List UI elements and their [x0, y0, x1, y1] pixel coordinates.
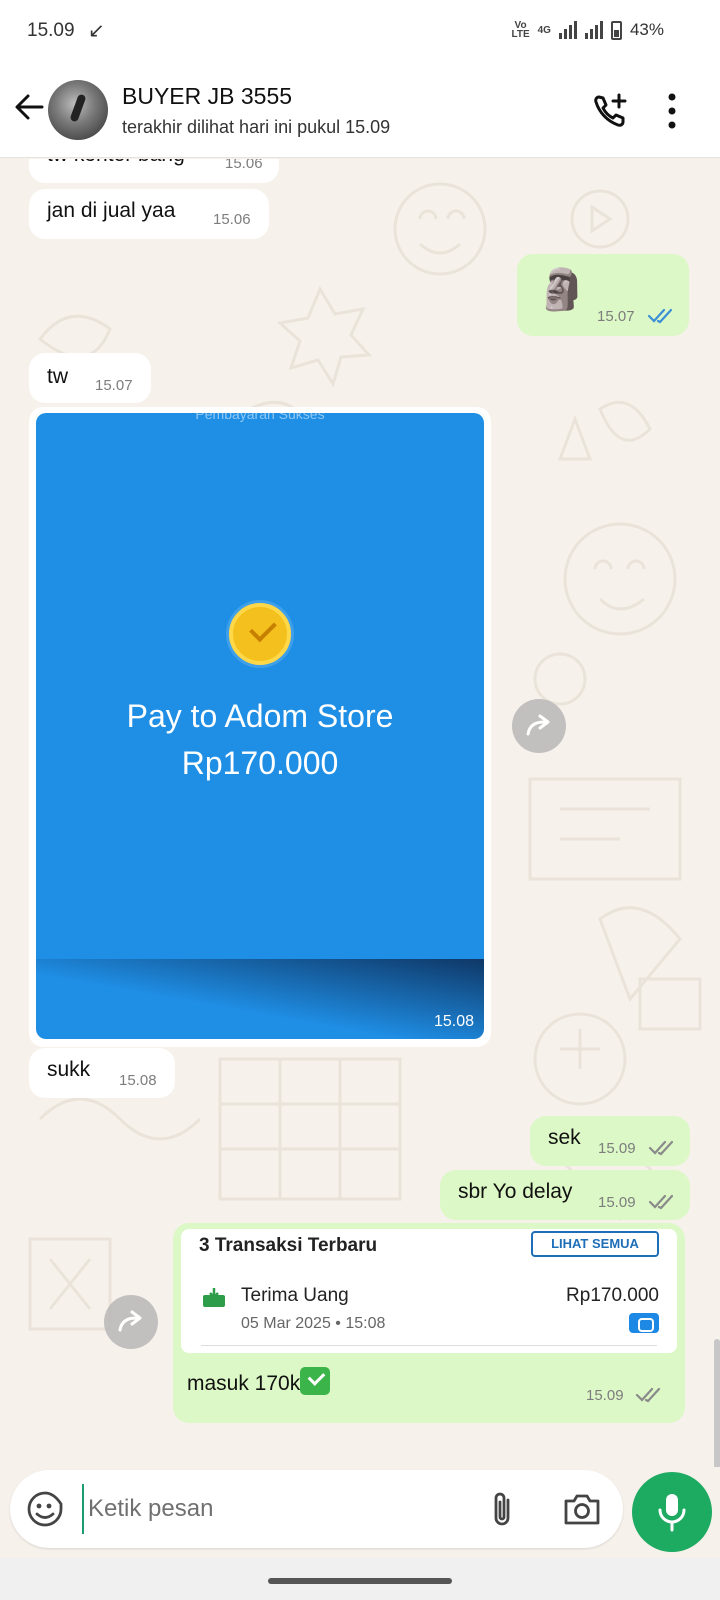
back-arrow-icon[interactable]	[12, 90, 46, 124]
message-time: 15.07	[95, 377, 133, 394]
payment-screenshot[interactable]: Pembayaran Sukses Pay to Adom Store Rp17…	[36, 413, 484, 1039]
receive-money-icon	[203, 1288, 225, 1307]
message-composer	[10, 1470, 623, 1548]
status-time: 15.09	[27, 20, 75, 41]
more-options-icon[interactable]	[664, 92, 680, 130]
battery-icon	[610, 20, 622, 40]
forward-icon	[526, 714, 550, 736]
missed-call-arrow-icon: ↙	[88, 20, 105, 42]
forward-icon	[118, 1310, 142, 1332]
message-text-group: masuk 170k	[187, 1367, 331, 1396]
receipt-title: 3 Transaksi Terbaru	[199, 1235, 378, 1256]
message-text: sek	[548, 1126, 581, 1149]
message-bubble-outgoing[interactable]: 🗿 15.07	[517, 254, 689, 336]
microphone-icon	[658, 1494, 686, 1532]
voice-record-button[interactable]	[632, 1472, 712, 1552]
image-shade	[36, 959, 484, 1039]
check-mark-emoji	[300, 1367, 331, 1395]
battery-percent: 43%	[629, 20, 664, 39]
contact-name[interactable]: BUYER JB 3555	[122, 83, 292, 110]
message-text: masuk 170k	[187, 1372, 301, 1395]
message-bubble-incoming[interactable]: tw konter bang 15.06	[29, 159, 279, 183]
message-time: 15.08	[433, 1013, 474, 1030]
attach-icon[interactable]	[488, 1490, 518, 1528]
image-caption-top: Pembayaran Sukses	[195, 413, 325, 422]
message-bubble-incoming[interactable]: tw 15.07	[29, 353, 151, 403]
message-time: 15.09	[586, 1387, 624, 1404]
camera-icon[interactable]	[563, 1492, 601, 1526]
image-message[interactable]: Pembayaran Sukses Pay to Adom Store Rp17…	[29, 407, 491, 1047]
volte-icon: Vo LTE	[511, 20, 530, 40]
message-time: 15.06	[225, 159, 263, 172]
message-time: 15.08	[119, 1072, 157, 1089]
last-seen-status[interactable]: terakhir dilihat hari ini pukul 15.09	[122, 117, 390, 138]
payment-title: Pay to Adom Store	[126, 698, 394, 734]
message-bubble-outgoing[interactable]: sek 15.09	[530, 1116, 690, 1166]
message-bubble-outgoing-receipt[interactable]: 3 Transaksi Terbaru LIHAT SEMUA Terima U…	[173, 1223, 685, 1423]
message-bubble-incoming[interactable]: jan di jual yaa 15.06	[29, 189, 269, 239]
signal-2-icon	[584, 21, 603, 39]
message-text: sbr Yo delay	[458, 1180, 573, 1203]
moai-emoji: 🗿	[537, 268, 587, 312]
see-all-button: LIHAT SEMUA	[531, 1231, 659, 1257]
message-time: 15.06	[213, 211, 251, 228]
message-time: 15.09	[598, 1194, 636, 1211]
home-gesture-handle[interactable]	[268, 1578, 452, 1584]
contact-avatar[interactable]	[48, 80, 108, 140]
transaction-label: Terima Uang	[241, 1285, 349, 1306]
message-bubble-outgoing[interactable]: sbr Yo delay 15.09	[440, 1170, 690, 1220]
wallet-icon	[629, 1313, 659, 1333]
transaction-screenshot[interactable]: 3 Transaksi Terbaru LIHAT SEMUA Terima U…	[181, 1229, 677, 1353]
forward-button[interactable]	[104, 1295, 158, 1349]
message-text: tw	[47, 365, 68, 388]
delivered-receipt-icon	[648, 1140, 674, 1156]
add-call-icon[interactable]	[592, 92, 630, 130]
message-time: 15.09	[598, 1140, 636, 1157]
message-time: 15.07	[597, 308, 635, 325]
message-input[interactable]	[82, 1484, 472, 1534]
signal-1-icon	[558, 21, 577, 39]
message-text: jan di jual yaa	[47, 199, 176, 222]
read-receipt-icon	[647, 308, 673, 324]
message-bubble-incoming[interactable]: sukk 15.08	[29, 1048, 175, 1098]
message-text: sukk	[47, 1058, 91, 1081]
scrollbar[interactable]	[714, 1339, 720, 1467]
delivered-receipt-icon	[635, 1387, 661, 1403]
coin-check-icon	[229, 603, 291, 665]
chat-messages[interactable]: tw konter bang 15.06 jan di jual yaa 15.…	[0, 159, 720, 1467]
status-bar: 15.09 ↙ Vo LTE 4G 43%	[0, 0, 720, 64]
delivered-receipt-icon	[648, 1194, 674, 1210]
transaction-amount: Rp170.000	[566, 1285, 659, 1306]
message-text: tw konter bang	[47, 159, 185, 167]
chat-header: BUYER JB 3555 terakhir dilihat hari ini …	[0, 64, 720, 158]
divider	[201, 1345, 657, 1346]
status-right-group: Vo LTE 4G 43%	[511, 20, 664, 40]
transaction-date: 05 Mar 2025 • 15:08	[241, 1315, 386, 1332]
4g-icon: 4G	[537, 24, 551, 36]
forward-button[interactable]	[512, 699, 566, 753]
sticker-emoji-icon[interactable]	[26, 1490, 64, 1528]
payment-amount: Rp170.000	[181, 745, 339, 781]
